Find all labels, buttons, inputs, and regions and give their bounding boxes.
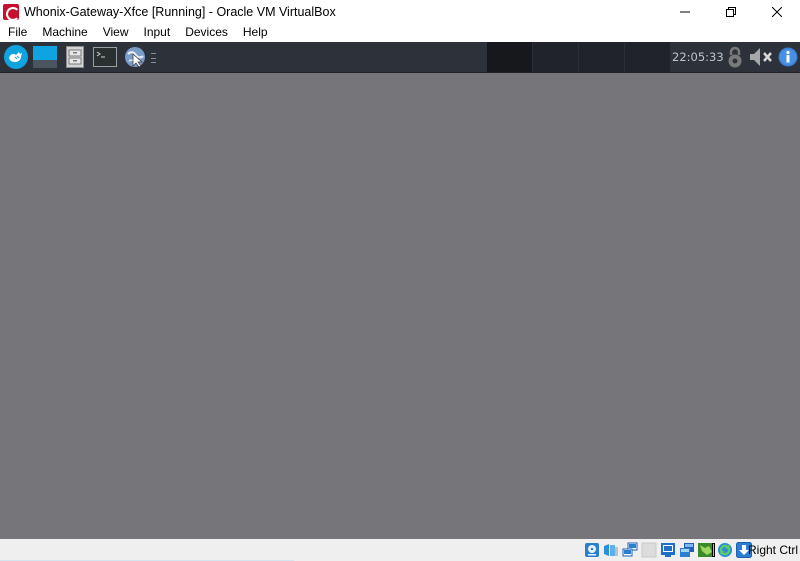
close-icon [772, 6, 782, 17]
panel-drag-handle[interactable] [151, 53, 156, 63]
workspace-1[interactable] [487, 42, 533, 72]
file-manager-button[interactable] [63, 42, 87, 72]
mouse-integration-indicator[interactable] [717, 542, 733, 558]
usb-icon [641, 542, 657, 558]
panel-clock[interactable]: 22:05:33 [672, 42, 724, 72]
usb-indicator[interactable] [641, 542, 657, 558]
title-bar: Whonix-Gateway-Xfce [Running] - Oracle V… [0, 0, 800, 23]
network-icon [622, 542, 638, 557]
workspace-3[interactable] [579, 42, 625, 72]
status-bar: Right Ctrl [0, 539, 800, 561]
menu-devices[interactable]: Devices [179, 23, 234, 42]
guest-desktop[interactable] [0, 73, 800, 539]
display-indicator[interactable] [679, 542, 695, 558]
video-capture-indicator[interactable] [698, 542, 715, 558]
show-desktop-button[interactable] [32, 42, 58, 72]
virtualbox-app-icon[interactable] [3, 3, 20, 21]
lock-icon [728, 46, 742, 68]
hard-disk-indicator[interactable] [584, 542, 600, 558]
hard-disk-icon [585, 543, 599, 557]
minimize-icon [680, 11, 690, 12]
guest-xfce-panel: 22:05:33 [0, 42, 800, 73]
minimize-button[interactable] [662, 0, 708, 23]
menu-machine[interactable]: Machine [36, 23, 93, 42]
optical-drive-icon [604, 544, 618, 556]
host-key-label[interactable]: Right Ctrl [748, 539, 798, 561]
file-cabinet-icon [66, 46, 84, 68]
optical-drive-indicator[interactable] [603, 542, 619, 558]
globe-browser-icon [125, 47, 145, 68]
workspace-4[interactable] [625, 42, 671, 72]
mouse-integration-icon [718, 543, 732, 557]
whonix-menu-button[interactable] [2, 42, 30, 72]
close-button[interactable] [754, 0, 800, 23]
volume-button[interactable] [747, 42, 775, 72]
window-title: Whonix-Gateway-Xfce [Running] - Oracle V… [24, 4, 336, 19]
window-controls [662, 0, 800, 23]
network-indicator[interactable] [622, 542, 638, 558]
web-browser-button[interactable] [122, 42, 148, 72]
menu-bar: File Machine View Input Devices Help [0, 23, 800, 42]
menu-view[interactable]: View [97, 23, 135, 42]
workspace-2[interactable] [533, 42, 579, 72]
status-indicators [584, 541, 752, 559]
menu-file[interactable]: File [2, 23, 33, 42]
desktop-icon [33, 46, 57, 68]
restore-icon [726, 6, 736, 17]
shared-folders-icon [661, 543, 675, 557]
terminal-icon [93, 47, 117, 67]
info-icon [778, 47, 798, 67]
info-button[interactable] [777, 42, 799, 72]
whonix-logo-icon [4, 45, 28, 69]
video-capture-icon [698, 543, 715, 557]
menu-input[interactable]: Input [138, 23, 177, 42]
lock-button[interactable] [725, 42, 745, 72]
menu-help[interactable]: Help [237, 23, 274, 42]
restore-button[interactable] [708, 0, 754, 23]
terminal-button[interactable] [92, 42, 118, 72]
display-icon [680, 543, 694, 557]
shared-folders-indicator[interactable] [660, 542, 676, 558]
speaker-muted-icon [750, 48, 772, 66]
workspace-switcher [487, 42, 671, 72]
